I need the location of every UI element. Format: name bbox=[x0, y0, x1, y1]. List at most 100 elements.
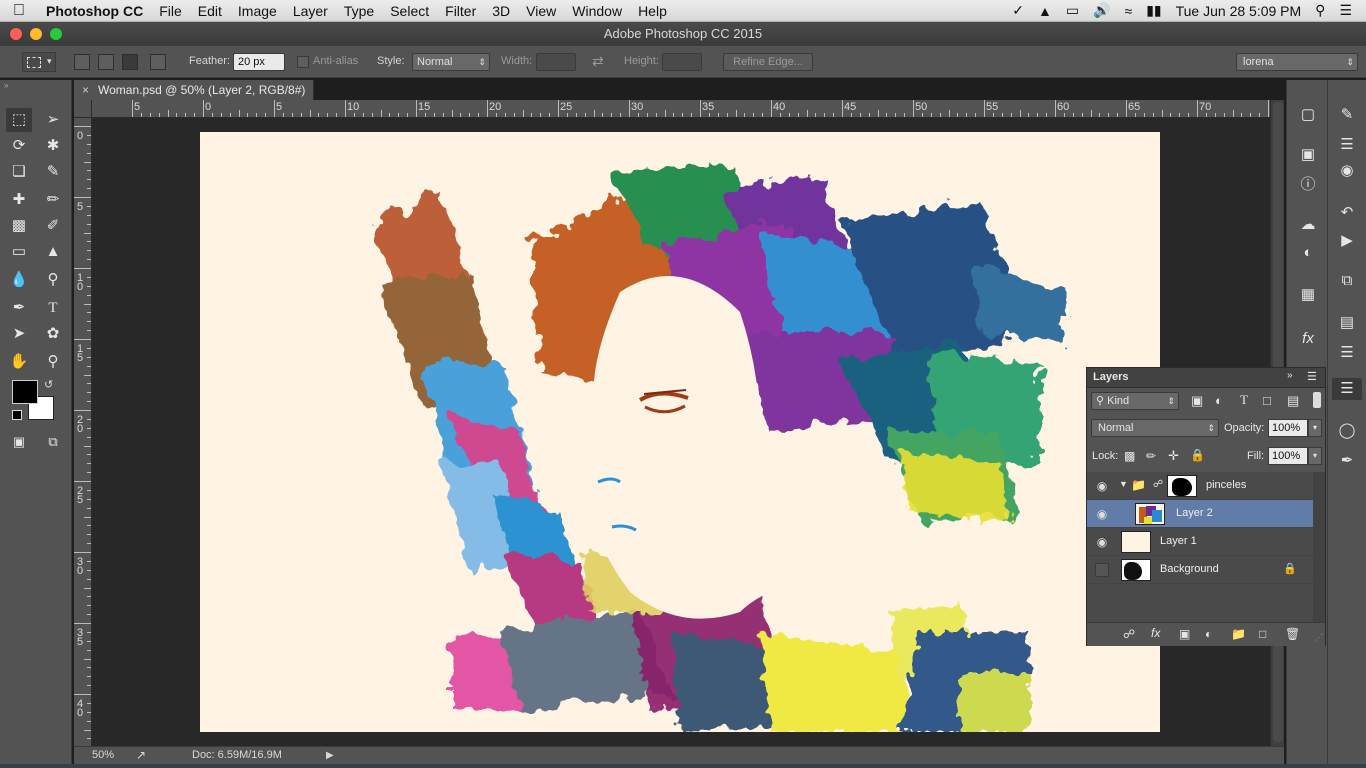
battery-icon[interactable]: ▮▮ bbox=[1146, 2, 1161, 19]
app-menu[interactable]: Photoshop CC bbox=[38, 3, 151, 19]
chain-link-icon[interactable]: ☍ bbox=[1153, 479, 1163, 490]
crop-tool-icon[interactable]: ❏ bbox=[6, 160, 32, 184]
filter-pixel-icon[interactable]: ▣ bbox=[1191, 393, 1203, 409]
status-menu-arrow-icon[interactable]: ▶ bbox=[326, 747, 334, 764]
fill-dropdown-icon[interactable]: ▾ bbox=[1308, 447, 1322, 465]
intersect-selection-button[interactable] bbox=[150, 54, 166, 70]
volume-icon[interactable]: 🔊 bbox=[1093, 2, 1110, 19]
eye-icon[interactable]: ◉ bbox=[1095, 479, 1109, 493]
type-tool-icon[interactable]: T bbox=[40, 296, 66, 320]
layer-row-pinceles[interactable]: ◉ ▼ 📁 ☍ pinceles bbox=[1087, 472, 1313, 500]
screen-mode-icon[interactable]: ⧉ bbox=[40, 430, 66, 454]
layer-row-layer-2[interactable]: ◉ Layer 2 bbox=[1087, 500, 1313, 528]
eye-icon[interactable]: ◉ bbox=[1095, 507, 1109, 521]
dodge-tool-icon[interactable]: ⚲ bbox=[40, 268, 66, 292]
custom-shape-tool-icon[interactable]: ✿ bbox=[40, 322, 66, 346]
add-to-selection-button[interactable] bbox=[98, 54, 114, 70]
layer-mask-thumbnail[interactable] bbox=[1167, 475, 1197, 497]
layers-panel-header[interactable]: Layers » ☰ bbox=[1087, 368, 1325, 388]
fill-input[interactable]: 100% bbox=[1268, 447, 1308, 465]
blend-mode-select[interactable]: Normal ⇕ bbox=[1091, 419, 1219, 437]
lock-position-icon[interactable]: ✛ bbox=[1168, 448, 1179, 464]
opacity-dropdown-icon[interactable]: ▾ bbox=[1308, 419, 1322, 437]
paths-icon[interactable]: ✒ bbox=[1334, 450, 1360, 472]
filter-adjustment-icon[interactable]: ◐ bbox=[1215, 393, 1223, 408]
paragraph-icon[interactable]: ☰ bbox=[1334, 342, 1360, 364]
grid-table-icon[interactable]: ▦ bbox=[1295, 284, 1321, 306]
airplay-icon[interactable]: ▭ bbox=[1066, 2, 1079, 19]
eye-icon[interactable]: ◉ bbox=[1095, 535, 1109, 549]
style-select[interactable]: Normal ⇕ bbox=[412, 53, 490, 71]
info-icon[interactable]: ⓘ bbox=[1295, 174, 1321, 196]
tool-preset-picker[interactable]: ▾ bbox=[22, 52, 56, 72]
clock[interactable]: Tue Jun 28 5:09 PM bbox=[1176, 3, 1302, 19]
ruler-origin[interactable] bbox=[74, 100, 92, 118]
history-icon[interactable]: ↶ bbox=[1334, 202, 1360, 224]
blur-tool-icon[interactable]: 💧 bbox=[6, 268, 32, 292]
document-size-info[interactable]: Doc: 6.59M/16.9M bbox=[192, 747, 282, 764]
notes-icon[interactable]: ▤ bbox=[1334, 312, 1360, 334]
resize-grip-icon[interactable]: ⋰ bbox=[1315, 633, 1323, 642]
share-icon[interactable]: ↗ bbox=[136, 747, 146, 764]
eyedropper-tool-icon[interactable]: ✎ bbox=[40, 160, 66, 184]
healing-brush-tool-icon[interactable]: ✚ bbox=[6, 188, 32, 212]
filter-smart-object-icon[interactable]: ▤ bbox=[1287, 393, 1299, 409]
move-tool-icon[interactable]: ➢ bbox=[40, 108, 66, 132]
lock-image-pixels-icon[interactable]: ✏ bbox=[1146, 449, 1156, 463]
layer-row-background[interactable]: Background 🔒 bbox=[1087, 556, 1313, 584]
apple-menu-icon[interactable]:  bbox=[0, 2, 38, 20]
menu-type[interactable]: Type bbox=[336, 3, 382, 19]
menu-help[interactable]: Help bbox=[630, 3, 675, 19]
properties-sliders-icon[interactable]: ☰ bbox=[1334, 134, 1360, 156]
feather-input[interactable]: 20 px bbox=[233, 53, 285, 71]
menu-edit[interactable]: Edit bbox=[190, 3, 230, 19]
add-mask-icon[interactable]: ▣ bbox=[1179, 627, 1190, 641]
layer-filter-select[interactable]: ⚲ Kind ⇕ bbox=[1091, 392, 1179, 410]
device-preview-icon[interactable]: ▣ bbox=[1295, 144, 1321, 166]
zoom-level[interactable]: 50% bbox=[92, 747, 114, 764]
workspace-switcher[interactable]: lorena ⇕ bbox=[1236, 53, 1358, 71]
image-canvas[interactable] bbox=[200, 132, 1160, 732]
close-tab-icon[interactable]: × bbox=[82, 80, 89, 100]
pen-tool-icon[interactable]: ✒ bbox=[6, 296, 32, 320]
trash-icon[interactable]: 🗑 bbox=[1285, 627, 1300, 641]
new-layer-icon[interactable]: □ bbox=[1259, 627, 1266, 641]
adjustments-icon[interactable]: ◐ bbox=[1295, 242, 1321, 264]
magic-wand-tool-icon[interactable]: ✱ bbox=[40, 134, 66, 158]
layers-stack-icon[interactable]: ☰ bbox=[1332, 378, 1362, 400]
new-adjustment-layer-icon[interactable]: ◐ bbox=[1205, 627, 1212, 641]
foreground-color-swatch-front[interactable] bbox=[12, 380, 38, 404]
menu-image[interactable]: Image bbox=[230, 3, 285, 19]
checkmark-circle-icon[interactable]: ✓ bbox=[1012, 2, 1024, 19]
adobe-icon[interactable]: ▲ bbox=[1038, 3, 1052, 19]
spotlight-search-icon[interactable]: ⚲ bbox=[1315, 2, 1325, 19]
panel-collapse-arrows-icon[interactable]: » bbox=[4, 82, 68, 90]
menu-layer[interactable]: Layer bbox=[285, 3, 336, 19]
styles-fx-icon[interactable]: fx bbox=[1295, 328, 1321, 350]
lock-transparent-pixels-icon[interactable]: ▩ bbox=[1124, 449, 1135, 463]
height-input[interactable] bbox=[662, 53, 702, 71]
minimize-window-button[interactable] bbox=[30, 28, 42, 40]
layers-scrollbar[interactable] bbox=[1313, 472, 1325, 622]
menu-view[interactable]: View bbox=[518, 3, 564, 19]
3d-panel-icon[interactable]: ▢ bbox=[1295, 104, 1321, 126]
link-layers-icon[interactable]: ☍ bbox=[1123, 627, 1135, 641]
zoom-tool-icon[interactable]: ⚲ bbox=[40, 350, 66, 374]
new-group-folder-icon[interactable]: 📁 bbox=[1231, 627, 1246, 641]
menu-window[interactable]: Window bbox=[564, 3, 630, 19]
zoom-window-button[interactable] bbox=[50, 28, 62, 40]
paint-bucket-tool-icon[interactable]: ▲ bbox=[40, 240, 66, 264]
disclosure-triangle-icon[interactable]: ▼ bbox=[1119, 479, 1128, 489]
opacity-input[interactable]: 100% bbox=[1268, 419, 1308, 437]
swap-colors-icon[interactable]: ↺ bbox=[44, 378, 53, 391]
new-selection-button[interactable] bbox=[74, 54, 90, 70]
anti-alias-checkbox[interactable] bbox=[297, 56, 309, 68]
color-palette-icon[interactable]: ◉ bbox=[1334, 160, 1360, 182]
menu-select[interactable]: Select bbox=[382, 3, 437, 19]
brush-tool-icon[interactable]: ✏ bbox=[40, 188, 66, 212]
filter-toggle[interactable] bbox=[1313, 392, 1321, 408]
panel-menu-icon[interactable]: ☰ bbox=[1307, 370, 1317, 383]
history-brush-tool-icon[interactable]: ✐ bbox=[40, 214, 66, 238]
eraser-tool-icon[interactable]: ▭ bbox=[6, 240, 32, 264]
lasso-tool-icon[interactable]: ⟳ bbox=[6, 134, 32, 158]
